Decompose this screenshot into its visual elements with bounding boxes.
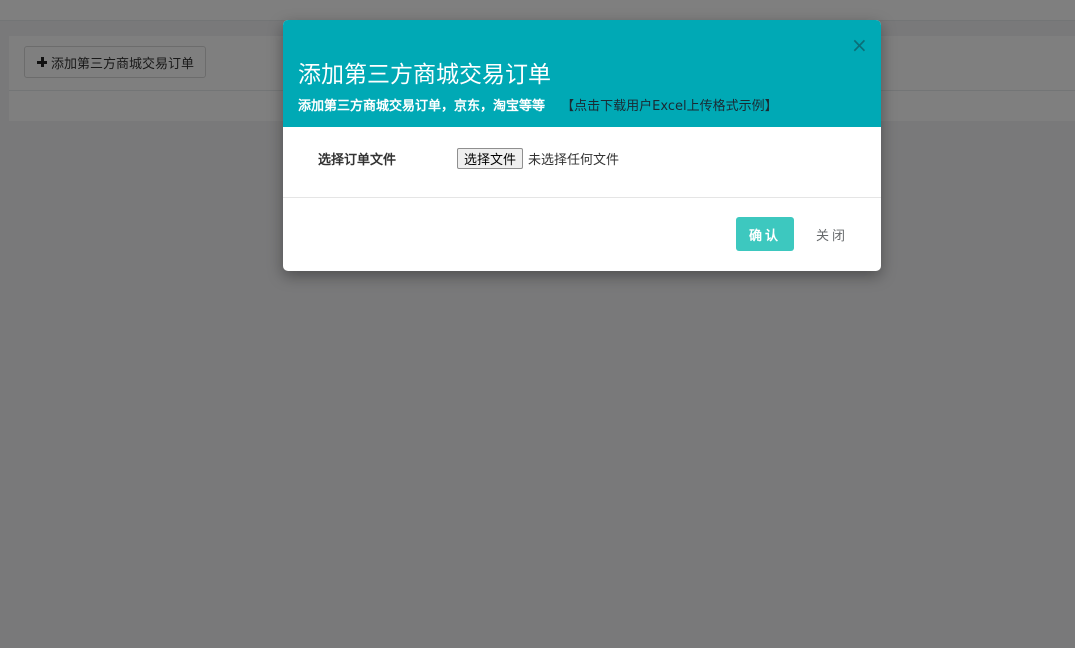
- excel-template-link[interactable]: 【点击下载用户Excel上传格式示例】: [561, 99, 777, 114]
- modal-subtitle: 添加第三方商城交易订单，京东，淘宝等等 【点击下载用户Excel上传格式示例】: [298, 95, 778, 114]
- close-button[interactable]: 关闭: [805, 217, 859, 251]
- modal-subtitle-text: 添加第三方商城交易订单，京东，淘宝等等: [298, 99, 546, 114]
- modal-title: 添加第三方商城交易订单: [298, 62, 551, 88]
- modal-footer: 确认 关闭: [283, 198, 881, 271]
- add-order-modal: × 添加第三方商城交易订单 添加第三方商城交易订单，京东，淘宝等等 【点击下载用…: [283, 20, 881, 271]
- order-file-input[interactable]: 选择文件 未选择任何文件: [457, 148, 619, 169]
- file-status-text: 未选择任何文件: [528, 153, 620, 168]
- close-icon[interactable]: ×: [851, 35, 868, 55]
- choose-file-button[interactable]: 选择文件: [457, 148, 524, 169]
- modal-header: × 添加第三方商城交易订单 添加第三方商城交易订单，京东，淘宝等等 【点击下载用…: [283, 20, 881, 127]
- confirm-button[interactable]: 确认: [736, 217, 794, 251]
- order-file-label: 选择订单文件: [318, 153, 397, 168]
- modal-body: 选择订单文件 选择文件 未选择任何文件: [283, 127, 881, 198]
